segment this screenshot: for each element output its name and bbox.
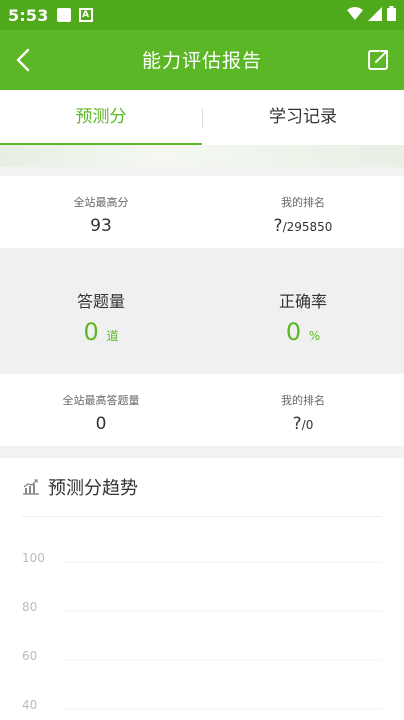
app-notification-icon: A xyxy=(78,8,93,22)
answered-unit: 道 xyxy=(106,329,119,343)
my-rank2-total: /0 xyxy=(301,418,314,432)
signal-icon xyxy=(368,6,382,21)
my-rank-label: 我的排名 xyxy=(281,196,325,209)
my-rank-value: ?/295850 xyxy=(202,216,404,236)
tab-prediction-score[interactable]: 预测分 xyxy=(0,90,202,145)
trend-header: 预测分趋势 xyxy=(22,474,138,500)
accuracy-label: 正确率 xyxy=(278,292,327,311)
share-icon[interactable] xyxy=(366,48,390,72)
answered-count: 答题量 0 道 xyxy=(0,250,202,372)
answered-label: 答题量 xyxy=(76,292,125,311)
tab-bar: 预测分 学习记录 xyxy=(0,90,404,145)
battery-icon xyxy=(387,6,396,21)
my-rank: 我的排名 ?/295850 xyxy=(202,176,404,248)
accuracy-number: 0 xyxy=(285,318,302,346)
notification-icon xyxy=(56,8,71,22)
trend-divider xyxy=(22,516,382,517)
my-rank2-label: 我的排名 xyxy=(281,394,325,407)
decorative-band xyxy=(0,145,404,167)
answer-stats-row: 答题量 0 道 正确率 0 % xyxy=(0,250,404,372)
status-bar: 5:53 A xyxy=(0,0,404,30)
wifi-icon xyxy=(347,6,363,20)
my-rank-answered: 我的排名 ?/0 xyxy=(202,374,404,446)
my-rank2-position: ? xyxy=(292,414,302,434)
y-tick-label: 60 xyxy=(22,649,37,663)
my-rank-total: /295850 xyxy=(282,220,333,234)
score-rank-row: 全站最高分 93 我的排名 ?/295850 xyxy=(0,176,404,248)
accuracy-unit: % xyxy=(308,329,321,343)
my-rank-position: ? xyxy=(273,216,283,236)
site-high-answered: 全站最高答题量 0 xyxy=(0,374,202,446)
answered-value: 0 道 xyxy=(0,318,202,346)
y-tick-label: 100 xyxy=(22,551,45,565)
y-tick-label: 40 xyxy=(22,698,37,712)
page-title: 能力评估报告 xyxy=(141,50,262,72)
trend-title: 预测分趋势 xyxy=(48,478,138,499)
site-high-score: 全站最高分 93 xyxy=(0,176,202,248)
site-high-answered-value: 0 xyxy=(95,414,107,434)
answered-rank-row: 全站最高答题量 0 我的排名 ?/0 xyxy=(0,374,404,446)
site-high-score-label: 全站最高分 xyxy=(73,196,129,209)
my-rank2-value: ?/0 xyxy=(202,414,404,434)
trend-chart: 100 80 60 40 xyxy=(22,551,382,712)
site-high-score-value: 93 xyxy=(90,216,112,236)
tab-study-record[interactable]: 学习记录 xyxy=(202,90,404,145)
accuracy-value: 0 % xyxy=(202,318,404,346)
site-high-answered-label: 全站最高答题量 xyxy=(62,394,140,407)
trend-chart-icon xyxy=(23,479,39,495)
answered-number: 0 xyxy=(83,318,99,346)
tab-divider xyxy=(202,108,203,128)
app-bar: 能力评估报告 xyxy=(0,30,404,90)
trend-card: 预测分趋势 100 80 60 40 xyxy=(0,458,404,720)
y-tick-label: 80 xyxy=(22,600,37,614)
accuracy: 正确率 0 % xyxy=(202,250,404,372)
status-time: 5:53 xyxy=(8,5,49,25)
